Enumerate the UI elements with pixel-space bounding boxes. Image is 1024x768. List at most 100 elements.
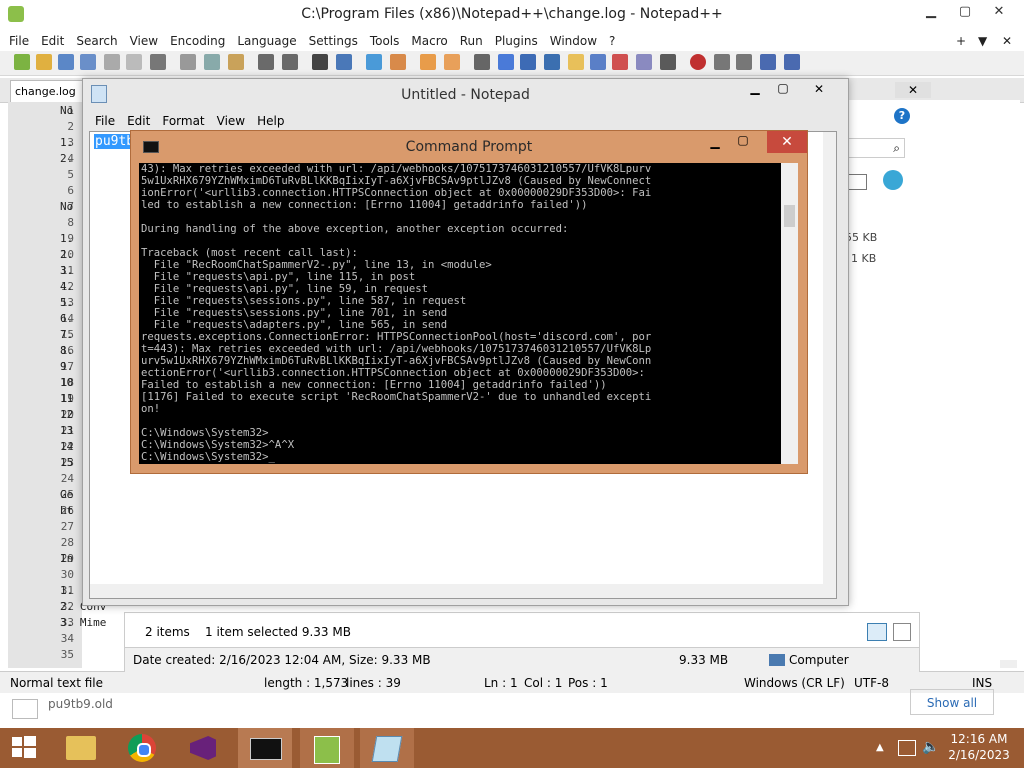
doc-map-icon[interactable] [568, 54, 584, 70]
run-macro-multiple-icon[interactable] [760, 54, 776, 70]
computer-icon [769, 654, 785, 666]
redo-icon[interactable] [282, 54, 298, 70]
function-list-icon[interactable] [590, 54, 606, 70]
stop-macro-icon[interactable] [714, 54, 730, 70]
menu-file[interactable]: File [0, 31, 35, 51]
start-button[interactable] [0, 728, 54, 768]
status-lines: lines : 39 [346, 676, 401, 690]
date-created: Date created: 2/16/2023 12:04 AM, Size: … [133, 653, 431, 667]
print-icon[interactable] [150, 54, 166, 70]
cmd-minimize-button[interactable]: ▁ [703, 135, 727, 153]
menu-tools[interactable]: Tools [364, 31, 406, 51]
notepad-minimize-button[interactable]: ▁ [743, 81, 767, 101]
menu-edit[interactable]: Edit [35, 31, 70, 51]
large-icons-view-icon[interactable] [893, 623, 911, 641]
notepad-menu-file[interactable]: File [89, 111, 121, 131]
clock[interactable]: 12:16 AM 2/16/2023 [944, 732, 1014, 762]
tab-change-log[interactable]: change.log [10, 80, 84, 102]
menu-help[interactable]: ? [603, 31, 621, 51]
replace-icon[interactable] [336, 54, 352, 70]
view-icon[interactable] [660, 54, 676, 70]
paste-icon[interactable] [228, 54, 244, 70]
close-button[interactable]: ✕ [982, 0, 1016, 24]
menu-macro[interactable]: Macro [405, 31, 453, 51]
taskbar-notepadpp[interactable] [300, 728, 354, 768]
notepadpp-menubar: File Edit Search View Encoding Language Settin… [0, 31, 1024, 51]
code-line: 9. [60, 360, 74, 373]
close-all-icon[interactable] [126, 54, 142, 70]
taskbar-command-prompt[interactable] [238, 728, 292, 768]
network-icon[interactable] [898, 740, 916, 756]
language-icon[interactable] [544, 54, 560, 70]
find-icon[interactable] [312, 54, 328, 70]
help-icon[interactable]: ? [894, 108, 910, 124]
taskbar-notepad[interactable] [360, 728, 414, 768]
explorer-close-button[interactable]: ✕ [895, 82, 931, 98]
search-icon[interactable]: ⌕ [845, 138, 905, 158]
code-line: In [60, 552, 74, 565]
cmd-vertical-scrollbar[interactable] [781, 163, 798, 464]
copy-icon[interactable] [204, 54, 220, 70]
undo-icon[interactable] [258, 54, 274, 70]
notepad-maximize-button[interactable]: ▢ [771, 81, 795, 101]
taskbar-chrome[interactable] [116, 728, 170, 768]
downloaded-file-name[interactable]: pu9tb9.old [48, 697, 113, 711]
taskbar-file-explorer[interactable] [56, 728, 110, 768]
menu-search[interactable]: Search [70, 31, 123, 51]
sync-horizontal-icon[interactable] [444, 54, 460, 70]
code-line: 4. [60, 280, 74, 293]
line-number: 5 [67, 168, 74, 181]
notepad-horizontal-scrollbar[interactable] [90, 584, 823, 598]
taskbar-visual-studio[interactable] [176, 728, 230, 768]
cmd-console[interactable]: 43): Max retries exceeded with url: /api… [139, 163, 781, 464]
notepad-menu-help[interactable]: Help [251, 111, 290, 131]
menu-encoding[interactable]: Encoding [164, 31, 231, 51]
explorer-details-bar: Date created: 2/16/2023 12:04 AM, Size: … [125, 647, 919, 672]
menu-settings[interactable]: Settings [303, 31, 364, 51]
line-number: 27 [60, 520, 74, 533]
cmd-scrollbar-thumb[interactable] [784, 205, 795, 227]
cmd-titlebar: Command Prompt ▁ ▢ ✕ [131, 131, 807, 159]
open-file-icon[interactable] [36, 54, 52, 70]
minimize-button[interactable]: ▁ [914, 0, 948, 24]
notepadpp-title: C:\Program Files (x86)\Notepad++\change.… [301, 6, 723, 22]
word-wrap-icon[interactable] [474, 54, 490, 70]
close-file-icon[interactable] [104, 54, 120, 70]
notepad-close-button[interactable]: ✕ [797, 79, 841, 99]
menu-run[interactable]: Run [454, 31, 489, 51]
maximize-button[interactable]: ▢ [948, 0, 982, 24]
menu-view[interactable]: View [124, 31, 164, 51]
menu-language[interactable]: Language [231, 31, 302, 51]
notepad-vertical-scrollbar[interactable] [823, 132, 836, 598]
zoom-in-icon[interactable] [366, 54, 382, 70]
line-number: 30 [60, 568, 74, 581]
folder-workspace-icon[interactable] [612, 54, 628, 70]
show-all-chars-icon[interactable] [498, 54, 514, 70]
show-hidden-icons-icon[interactable]: ▲ [876, 742, 884, 753]
code-line: 8. [60, 344, 74, 357]
new-file-icon[interactable] [14, 54, 30, 70]
cmd-maximize-button[interactable]: ▢ [731, 133, 755, 151]
close-doc-button[interactable]: ✕ [996, 31, 1018, 51]
notepad-menu-format[interactable]: Format [156, 111, 210, 131]
notepad-menu-view[interactable]: View [211, 111, 251, 131]
zoom-out-icon[interactable] [390, 54, 406, 70]
save-all-icon[interactable] [80, 54, 96, 70]
monitoring-icon[interactable] [636, 54, 652, 70]
menu-window[interactable]: Window [544, 31, 603, 51]
cut-icon[interactable] [180, 54, 196, 70]
tab-list-button[interactable]: ▼ [972, 31, 993, 51]
record-macro-icon[interactable] [690, 54, 706, 70]
volume-icon[interactable]: 🔈 [922, 739, 939, 755]
details-view-icon[interactable] [867, 623, 887, 641]
cmd-close-button[interactable]: ✕ [767, 131, 807, 153]
new-tab-button[interactable]: + [950, 31, 972, 51]
sync-vertical-icon[interactable] [420, 54, 436, 70]
show-all-button[interactable]: Show all [910, 689, 994, 715]
menu-plugins[interactable]: Plugins [489, 31, 544, 51]
save-icon[interactable] [58, 54, 74, 70]
indent-guide-icon[interactable] [520, 54, 536, 70]
save-macro-icon[interactable] [784, 54, 800, 70]
play-macro-icon[interactable] [736, 54, 752, 70]
notepad-menu-edit[interactable]: Edit [121, 111, 156, 131]
